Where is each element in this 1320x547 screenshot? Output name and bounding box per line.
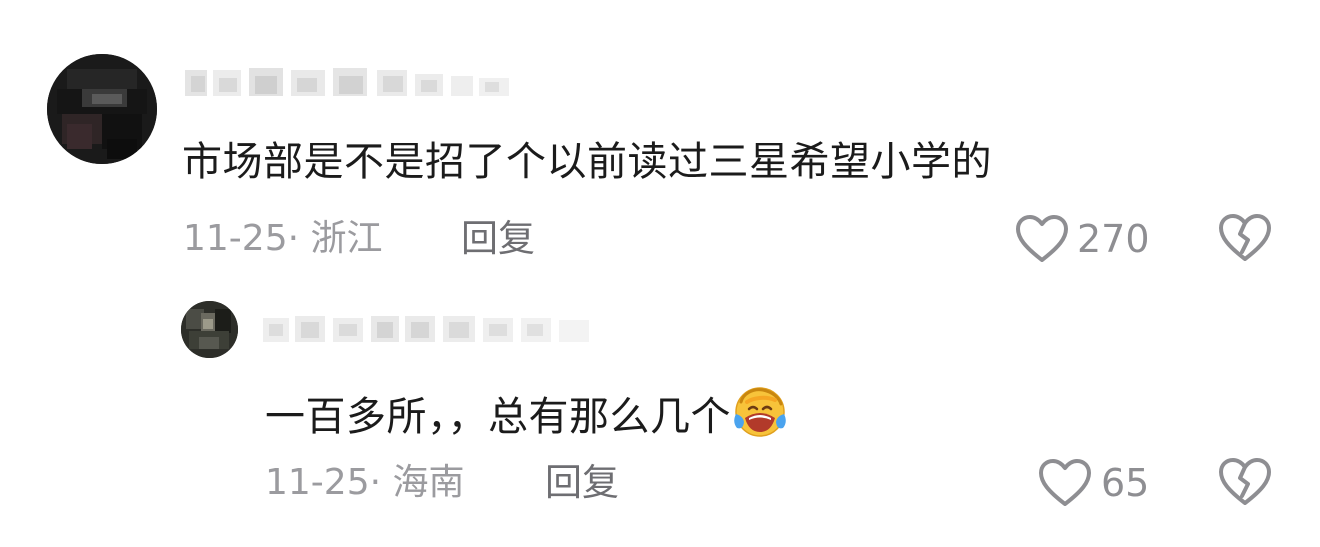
pixelated-avatar-image <box>181 301 238 358</box>
pixelated-username <box>185 68 509 96</box>
like-count: 270 <box>1077 217 1150 261</box>
comment-thread: 市场部是不是招了个以前读过三星希望小学的 11-25· 浙江 回复 270 一百… <box>0 0 1320 547</box>
reply-button[interactable]: 回复 <box>461 217 535 261</box>
crying-laughing-emoji <box>734 387 786 437</box>
reply-text: 一百多所，，总有那么几个 <box>265 384 787 441</box>
broken-heart-icon[interactable] <box>1218 212 1272 264</box>
pixelated-avatar-image <box>47 54 157 164</box>
heart-outline-icon[interactable] <box>1038 458 1092 508</box>
heart-outline-icon[interactable] <box>1015 214 1069 264</box>
reply-text-body: 一百多所，，总有那么几个 <box>265 394 731 440</box>
like-count: 65 <box>1101 461 1150 505</box>
username[interactable] <box>263 312 613 346</box>
reply-button[interactable]: 回复 <box>545 461 619 505</box>
broken-heart-icon[interactable] <box>1218 456 1272 508</box>
comment-date-location: 11-25· 浙江 <box>183 218 383 259</box>
avatar[interactable] <box>47 54 157 164</box>
username[interactable] <box>183 66 533 100</box>
reply-date-location: 11-25· 海南 <box>265 462 465 503</box>
pixelated-username <box>263 316 589 342</box>
comment-text: 市场部是不是招了个以前读过三星希望小学的 <box>182 139 992 185</box>
avatar[interactable] <box>181 301 238 358</box>
